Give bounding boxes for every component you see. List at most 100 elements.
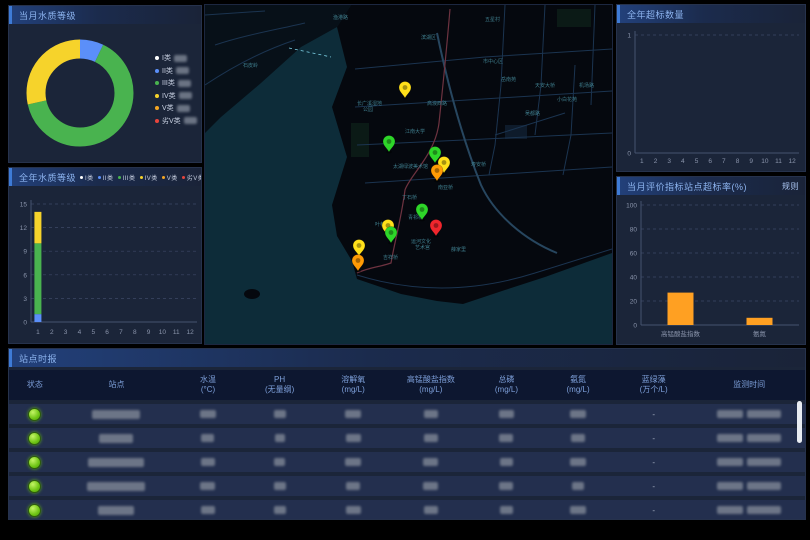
map-label: 高浪西路: [427, 100, 447, 107]
map-panel[interactable]: 石皮岭渔港路滨湖区五星村市中心区岳南苑天安大桥机场路小白花苑高浪西路吴都路长广溪…: [204, 4, 613, 345]
value-redacted: [201, 458, 215, 466]
time-redacted: [717, 482, 743, 490]
map-label: 太湖绿波美术馆: [393, 163, 428, 170]
value-redacted: [346, 434, 361, 442]
legend-dot: [155, 119, 159, 123]
value-redacted: [571, 434, 585, 442]
time-redacted: [717, 410, 743, 418]
status-dot-normal: [28, 432, 41, 445]
column-header-9: 监测时间: [693, 380, 804, 390]
column-unit: (mg/L): [495, 385, 518, 395]
legend-value-redacted: [176, 67, 189, 74]
time-redacted: [747, 434, 781, 442]
table-scrollbar[interactable]: [797, 401, 802, 443]
bar-氨氮: [747, 318, 773, 325]
map-label: 长广溪湿地: [357, 100, 382, 107]
status-dot-normal: [28, 456, 41, 469]
map-label: 寿安桥: [471, 161, 486, 168]
table-row[interactable]: -: [9, 452, 805, 472]
value-redacted: [345, 410, 361, 418]
value-redacted: [570, 458, 586, 466]
year-exceed-bar-chart: 01123456789101112: [617, 23, 805, 170]
year-quality-legend: I类II类III类IV类V类劣V类: [80, 173, 202, 182]
cell-8: -: [614, 458, 694, 467]
map-label: 五星村: [485, 16, 500, 23]
cell-4: [315, 482, 391, 490]
cell-7: [542, 410, 614, 418]
cell-6: [471, 434, 543, 442]
column-header-4: 溶解氧(mg/L): [315, 375, 391, 395]
column-header-0: 状态: [9, 380, 61, 390]
table-row[interactable]: -: [9, 476, 805, 496]
table-row[interactable]: -: [9, 428, 805, 448]
algae-value: -: [652, 482, 655, 491]
column-unit: (mg/L): [419, 385, 442, 395]
column-unit: (mg/L): [342, 385, 365, 395]
x-tick-label: 12: [186, 329, 194, 336]
cell-3: [244, 410, 316, 418]
cell-5: [391, 482, 471, 490]
map-label: 渔港路: [333, 14, 348, 21]
value-redacted: [274, 506, 286, 514]
x-tick-label: 氨氮: [753, 329, 767, 338]
table-row[interactable]: -: [9, 500, 805, 520]
cell-7: [542, 434, 614, 442]
rule-link[interactable]: 规则: [782, 181, 799, 192]
panel-title: 当月评价指标站点超标率(%): [627, 180, 747, 193]
x-tick-label: 高锰酸盐指数: [661, 329, 701, 338]
cell-9: [693, 506, 804, 514]
legend-item: I类: [80, 173, 94, 182]
y-tick-label: 0: [627, 151, 631, 158]
map-label: 吴都路: [525, 110, 540, 117]
x-tick-label: 10: [761, 158, 769, 165]
y-tick-label: 100: [626, 203, 637, 210]
bar-segment-II类: [34, 314, 41, 322]
column-header-3: PH(无量纲): [244, 375, 316, 395]
table-header: 状态站点水温(°C)PH(无量纲)溶解氧(mg/L)高锰酸盐指数(mg/L)总磷…: [9, 370, 805, 400]
cell-1: [61, 482, 172, 491]
cell-7: [542, 458, 614, 466]
cell-4: [315, 410, 391, 418]
cell-0: [9, 480, 61, 493]
cell-8: -: [614, 482, 694, 491]
x-tick-label: 7: [119, 329, 123, 336]
y-tick-label: 1: [627, 33, 631, 40]
value-redacted: [572, 482, 584, 490]
city-map[interactable]: 石皮岭渔港路滨湖区五星村市中心区岳南苑天安大桥机场路小白花苑高浪西路吴都路长广溪…: [205, 5, 612, 344]
cell-0: [9, 408, 61, 421]
algae-value: -: [652, 506, 655, 515]
value-redacted: [346, 506, 361, 514]
value-redacted: [499, 482, 513, 490]
station-name-redacted: [88, 458, 144, 467]
cell-1: [61, 410, 172, 419]
map-label: 机场路: [579, 82, 594, 89]
map-label: 江南大学: [405, 128, 425, 135]
y-tick-label: 6: [23, 272, 27, 279]
value-redacted: [423, 482, 438, 490]
cell-5: [391, 506, 471, 514]
station-name-redacted: [87, 482, 145, 491]
time-redacted: [747, 506, 781, 514]
legend-label: I类: [162, 53, 171, 63]
algae-value: -: [652, 458, 655, 467]
x-tick-label: 11: [775, 158, 782, 165]
column-name: 监测时间: [733, 380, 765, 390]
x-tick-label: 12: [789, 158, 797, 165]
cell-0: [9, 432, 61, 445]
map-label: 石皮岭: [243, 62, 258, 69]
value-redacted: [200, 482, 215, 490]
value-redacted: [500, 458, 513, 466]
donut-legend: I类II类III类IV类V类劣V类: [155, 52, 197, 127]
legend-dot: [155, 94, 159, 98]
x-tick-label: 6: [708, 158, 712, 165]
year-quality-bar-chart: 03691215123456789101112: [9, 186, 202, 344]
table-row[interactable]: -: [9, 404, 805, 424]
column-header-2: 水温(°C): [172, 375, 244, 395]
cell-1: [61, 458, 172, 467]
column-header-8: 蓝绿藻(万个/L): [614, 375, 694, 395]
status-dot-normal: [28, 504, 41, 517]
y-tick-label: 3: [23, 296, 27, 303]
column-name: PH: [274, 375, 285, 385]
x-tick-label: 4: [78, 329, 82, 336]
time-redacted: [717, 458, 743, 466]
